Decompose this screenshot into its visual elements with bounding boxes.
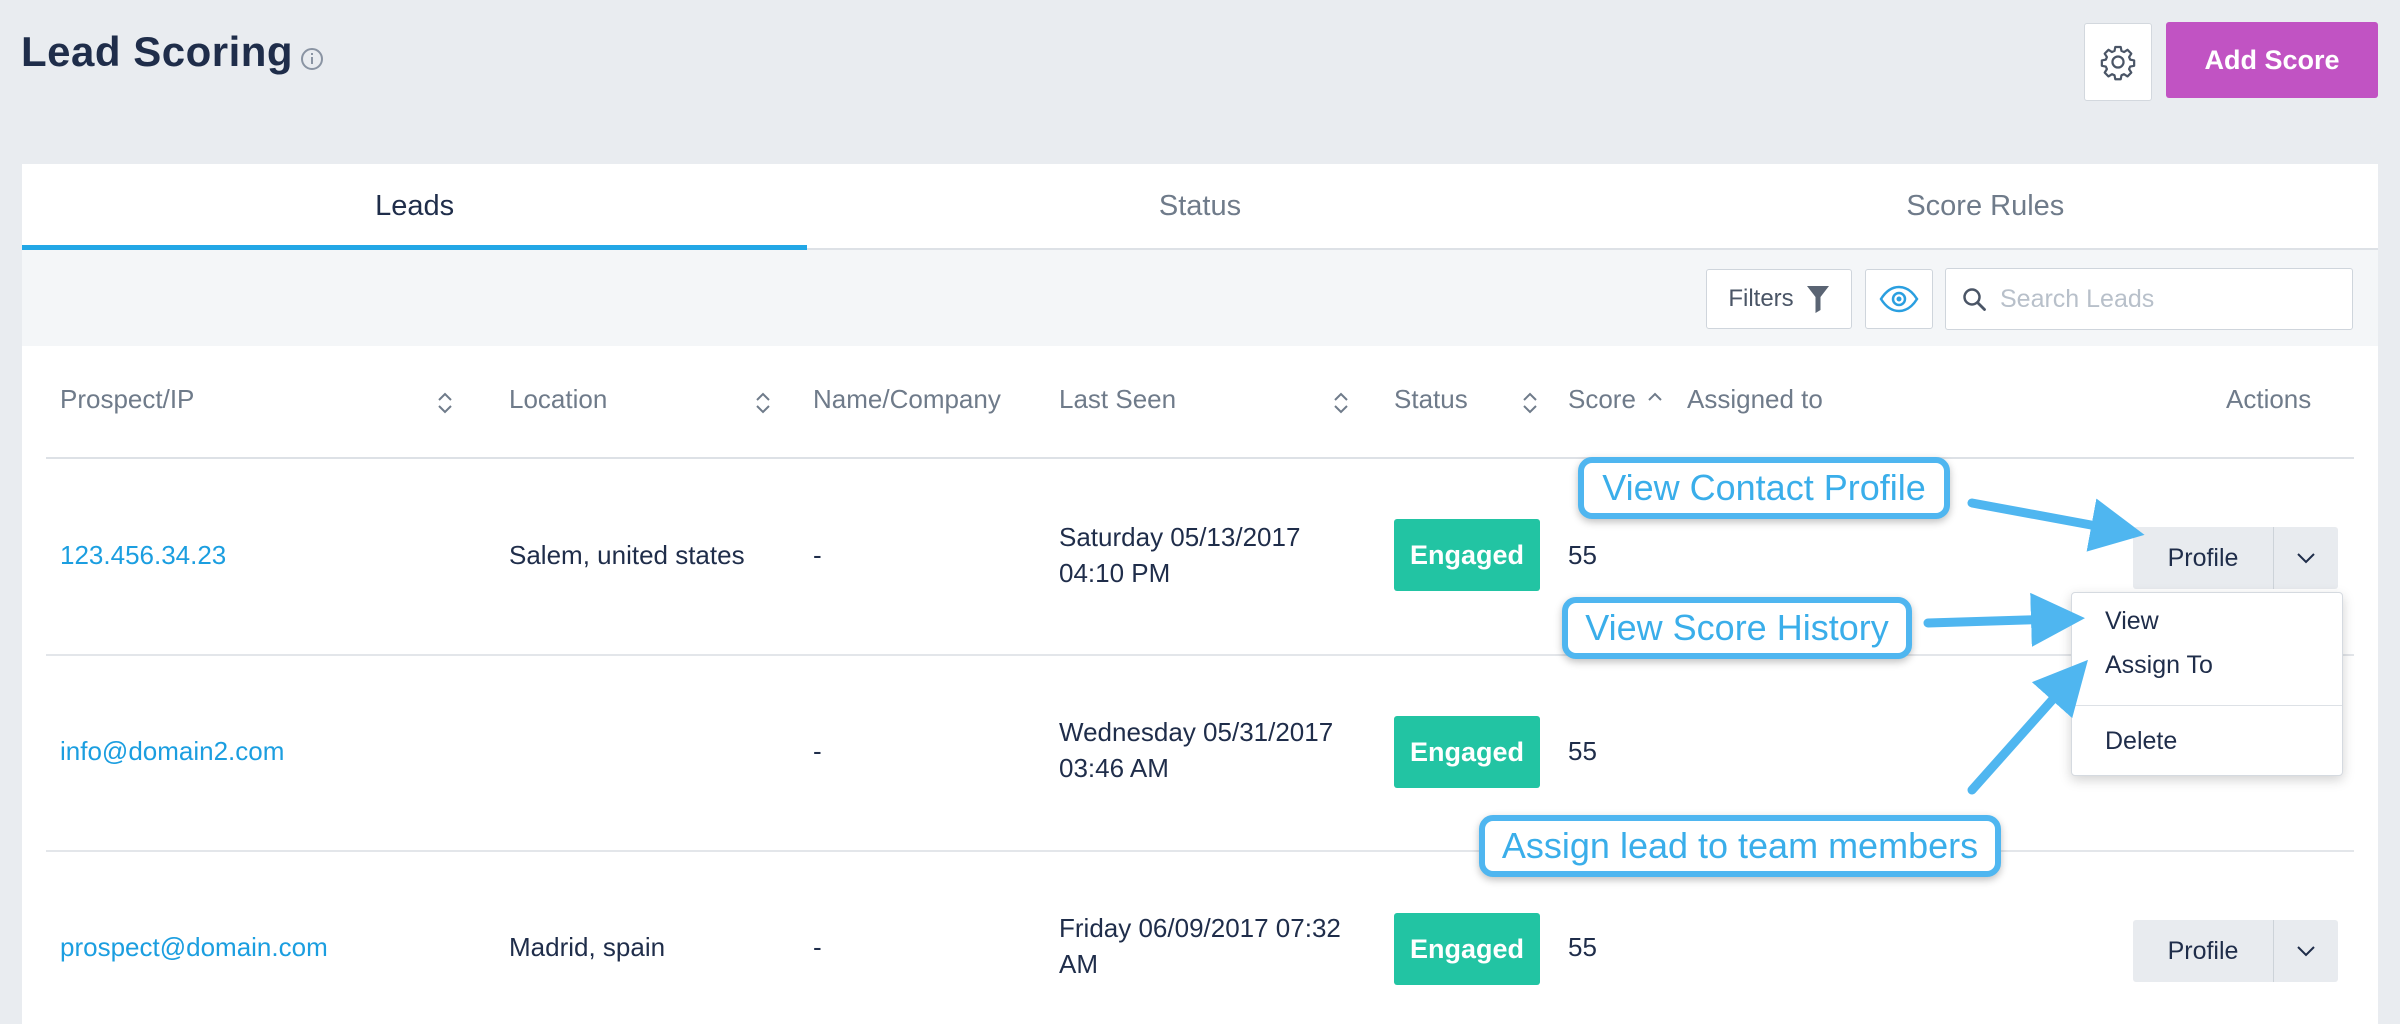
callout-view-profile: View Contact Profile	[1578, 457, 1950, 519]
chevron-down-icon	[2297, 553, 2315, 564]
column-header-last-seen[interactable]: Last Seen	[1059, 384, 1176, 415]
search-box	[1945, 268, 2353, 330]
row-divider	[46, 654, 2354, 656]
column-header-location[interactable]: Location	[509, 384, 607, 415]
last-seen-date: Wednesday 05/31/2017	[1059, 717, 1334, 747]
callout-score-history: View Score History	[1562, 597, 1912, 659]
tab-status[interactable]: Status	[807, 164, 1592, 248]
last-seen-time: 03:46 AM	[1059, 753, 1169, 783]
column-header-assigned-to: Assigned to	[1687, 384, 1823, 414]
prospect-link[interactable]: prospect@domain.com	[60, 932, 328, 963]
add-score-button[interactable]: Add Score	[2166, 22, 2378, 98]
last-seen-time: 04:10 PM	[1059, 558, 1171, 588]
menu-item-delete[interactable]: Delete	[2105, 727, 2177, 756]
menu-item-view[interactable]: View	[2105, 607, 2159, 636]
tab-score-rules[interactable]: Score Rules	[1593, 164, 2378, 248]
prospect-link[interactable]: info@domain2.com	[60, 736, 284, 767]
sort-icon[interactable]	[437, 390, 453, 416]
column-header-score[interactable]: Score	[1568, 384, 1636, 415]
actions-dropdown-toggle[interactable]	[2274, 527, 2338, 589]
filters-label: Filters	[1728, 285, 1794, 312]
score-cell: 55	[1568, 932, 1597, 962]
column-header-actions: Actions	[2226, 384, 2312, 414]
name-company-cell: -	[813, 736, 822, 766]
search-input[interactable]	[1998, 277, 2342, 321]
column-header-status[interactable]: Status	[1394, 384, 1468, 415]
eye-icon	[1879, 285, 1919, 313]
status-badge: Engaged	[1394, 519, 1540, 591]
tab-bar: Leads Status Score Rules	[22, 164, 2378, 250]
profile-split-button: Profile	[2133, 527, 2338, 589]
score-cell: 55	[1568, 540, 1597, 570]
menu-divider	[2072, 705, 2342, 706]
last-seen-time: AM	[1059, 949, 1098, 979]
prospect-link[interactable]: 123.456.34.23	[60, 540, 226, 571]
callout-assign-lead: Assign lead to team members	[1479, 815, 2001, 877]
score-cell: 55	[1568, 736, 1597, 766]
name-company-cell: -	[813, 932, 822, 962]
location-cell: Madrid, spain	[509, 932, 666, 962]
sort-icon[interactable]	[1333, 390, 1349, 416]
filters-button[interactable]: Filters	[1706, 269, 1852, 329]
column-header-name-company: Name/Company	[813, 384, 1001, 414]
sort-ascending-icon[interactable]	[1647, 390, 1663, 404]
status-badge: Engaged	[1394, 913, 1540, 985]
divider	[46, 457, 2354, 459]
info-icon[interactable]	[300, 47, 324, 71]
status-badge: Engaged	[1394, 716, 1540, 788]
last-seen-date: Saturday 05/13/2017	[1059, 522, 1301, 552]
menu-item-assign-to[interactable]: Assign To	[2105, 651, 2213, 680]
actions-dropdown-menu: View Assign To Delete	[2071, 592, 2343, 776]
location-cell: Salem, united states	[509, 540, 745, 570]
row-divider	[46, 850, 2354, 852]
sort-icon[interactable]	[1522, 390, 1538, 416]
visibility-toggle-button[interactable]	[1865, 269, 1933, 329]
name-company-cell: -	[813, 540, 822, 570]
page-title: Lead Scoring	[21, 28, 294, 75]
profile-button[interactable]: Profile	[2133, 920, 2274, 982]
last-seen-date: Friday 06/09/2017 07:32	[1059, 913, 1341, 943]
search-icon	[1963, 288, 1986, 311]
profile-split-button: Profile	[2133, 920, 2338, 982]
sort-icon[interactable]	[755, 390, 771, 416]
profile-button[interactable]: Profile	[2133, 527, 2274, 589]
funnel-icon	[1806, 286, 1829, 313]
tab-leads[interactable]: Leads	[22, 164, 808, 250]
settings-button[interactable]	[2084, 23, 2152, 101]
chevron-down-icon	[2297, 946, 2315, 957]
actions-dropdown-toggle[interactable]	[2274, 920, 2338, 982]
gear-icon	[2100, 45, 2136, 81]
column-header-prospect[interactable]: Prospect/IP	[60, 384, 194, 415]
